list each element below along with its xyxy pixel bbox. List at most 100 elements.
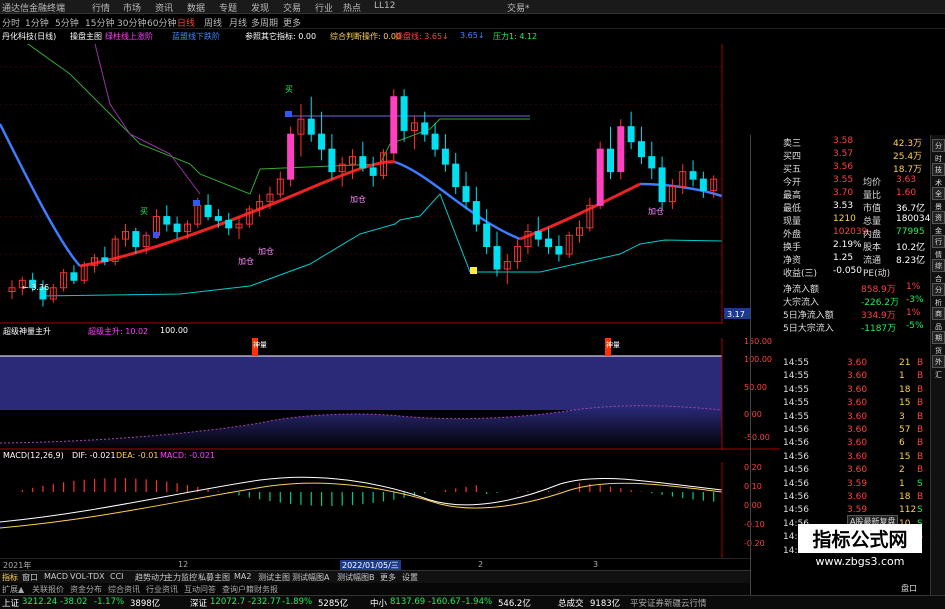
candle-body xyxy=(400,96,408,131)
kline-main-chart[interactable]: 3.903.803.703.603.503.403.30买买加仓加仓加仓加仓← … xyxy=(0,44,750,324)
sidebar-button-1[interactable]: 技术 xyxy=(932,163,945,187)
trade-row: 14:55 3.60 21 B xyxy=(751,357,931,370)
sidebar-button-4[interactable]: 行情 xyxy=(932,235,945,259)
quote-label: 收益(三) xyxy=(783,269,818,279)
menu-item-trade[interactable]: 交易 xyxy=(283,1,301,14)
extension-tab-4[interactable]: 行业资讯 xyxy=(146,584,178,595)
period-0[interactable]: 分时 xyxy=(2,16,20,29)
menu-item-market[interactable]: 行情 xyxy=(92,1,110,14)
macd-chart[interactable]: 0.200.100.00-0.10-0.20 xyxy=(0,462,780,558)
indicator-tab-1[interactable]: 窗口 xyxy=(22,572,38,583)
sub1-area xyxy=(0,405,722,450)
signal-label-add: 加仓 xyxy=(350,194,366,204)
period-2[interactable]: 5分钟 xyxy=(55,16,79,29)
indicator-tab-3[interactable]: VOL-TDX xyxy=(70,572,105,581)
bottom-marker xyxy=(470,267,477,274)
period-7[interactable]: 周线 xyxy=(204,16,222,29)
menu-item-markets[interactable]: 市场 xyxy=(123,1,141,14)
menu-item-hot[interactable]: 热点 xyxy=(343,1,361,14)
indicator-tab-9[interactable]: 测试主图 xyxy=(258,572,290,583)
candle-body xyxy=(617,126,625,173)
signal-label-add_pos: 加仓 xyxy=(238,256,254,266)
index-change-sz: -232.77 xyxy=(248,597,281,607)
trade-dir: B xyxy=(917,492,924,502)
candle-body xyxy=(70,272,78,281)
date-axis: 2021年 12 2022/01/05/三 2 3 xyxy=(0,558,750,571)
trade-volume: 18 xyxy=(899,492,911,502)
index-amount-sh: 3898亿 xyxy=(130,599,161,609)
extension-tab-2[interactable]: 资金分布 xyxy=(70,584,102,595)
indicator-tab-10[interactable]: 测试幅图A xyxy=(292,572,329,583)
sidebar-button-5[interactable]: 综合 xyxy=(932,259,945,283)
index-name-sh: 上证 xyxy=(2,599,20,609)
period-3[interactable]: 15分钟 xyxy=(85,16,114,29)
extension-tab-6[interactable]: 查询户籍财务报 xyxy=(222,584,278,595)
macd-indicator-item-1: DEA: -0.01 xyxy=(116,451,159,460)
sidebar-button-8[interactable]: 期货 xyxy=(932,331,945,355)
indicator-tab-7[interactable]: 私募主图 xyxy=(198,572,230,583)
quote-value: -0.050 xyxy=(833,266,863,276)
sidebar-button-7[interactable]: 商品 xyxy=(932,307,945,331)
menu-item-topic[interactable]: 专题 xyxy=(219,1,237,14)
trade-volume: 3 xyxy=(899,411,905,422)
sidebar-button-9[interactable]: 外汇 xyxy=(932,355,945,379)
candle-body xyxy=(287,133,295,180)
sidebar-button-3[interactable]: 资金 xyxy=(932,211,945,235)
period-1[interactable]: 1分钟 xyxy=(25,16,49,29)
trade-row: 14:56 3.60 57 B xyxy=(751,424,931,437)
sidebar-button-0[interactable]: 分时 xyxy=(932,139,945,163)
menu-item-discover[interactable]: 发现 xyxy=(251,1,269,14)
period-4[interactable]: 30分钟 xyxy=(117,16,146,29)
buy-marker xyxy=(285,111,292,117)
candle-body xyxy=(493,246,501,270)
menu-item-news[interactable]: 资讯 xyxy=(155,1,173,14)
period-9[interactable]: 多周期 xyxy=(251,16,278,29)
candle-body xyxy=(214,216,222,221)
menu-item-data[interactable]: 数据 xyxy=(187,1,205,14)
sub1-indicator-name[interactable]: 超级神量主升 xyxy=(3,326,51,337)
trade-volume: 112 xyxy=(899,505,917,516)
quote-value: 3.56 xyxy=(833,162,854,172)
period-8[interactable]: 月线 xyxy=(229,16,247,29)
indicator-tab-2[interactable]: MACD xyxy=(44,572,68,581)
trade-volume: 1 xyxy=(899,478,905,489)
extension-tab-1[interactable]: 关联报价 xyxy=(32,584,64,595)
index-value-sz: 12072.7 xyxy=(210,597,246,607)
main-indicator-item-6: 压力1: 4.12 xyxy=(493,32,538,41)
status-bar: 上证 3212.24 -38.02 -1.17% 3898亿 深证 12072.7 -232.… xyxy=(0,595,945,609)
macd-indicator-item-0: DIF: -0.021 xyxy=(72,451,116,460)
trade-row: 14:56 3.60 18 B xyxy=(751,491,931,504)
extension-tab-5[interactable]: 互动问答 xyxy=(184,584,216,595)
trade-dir: B xyxy=(917,451,924,462)
indicator-tab-12[interactable]: 更多 xyxy=(380,572,396,583)
candle-body xyxy=(359,156,367,169)
sidebar-button-6[interactable]: 分析 xyxy=(932,283,945,307)
extension-tab-0[interactable]: 扩展▲ xyxy=(2,584,24,595)
main-price-axis xyxy=(750,44,780,324)
indicator-tab-6[interactable]: 主力监控 xyxy=(165,572,197,583)
indicator-tab-11[interactable]: 测试幅图B xyxy=(337,572,375,583)
candle-body xyxy=(699,178,707,191)
indicator-tab-13[interactable]: 设置 xyxy=(402,572,418,583)
index-value-sh: 3212.24 xyxy=(22,597,58,607)
sidebar-button-2[interactable]: 全景 xyxy=(932,187,945,211)
indicator-tab-8[interactable]: MA2 xyxy=(234,572,251,581)
period-5[interactable]: 60分钟 xyxy=(147,16,176,29)
main-indicator-name[interactable]: 操盘主图 xyxy=(70,31,102,42)
candle-body xyxy=(328,148,336,173)
candle-body xyxy=(606,148,614,173)
index-amount-sz: 5285亿 xyxy=(318,599,349,609)
indicator-tab-5[interactable]: 趋势动力 xyxy=(135,572,167,583)
trade-row: 14:55 3.60 18 B xyxy=(751,384,931,397)
menu-item-ll12[interactable]: LL12 xyxy=(374,1,395,11)
macd-indicator-name[interactable]: MACD(12,26,9) xyxy=(3,451,64,460)
extension-tab-3[interactable]: 综合资讯 xyxy=(108,584,140,595)
indicator-tab-0[interactable]: 指标 xyxy=(2,572,18,583)
trade-price: 3.60 xyxy=(847,451,868,462)
trade-menu-button[interactable]: 交易* xyxy=(507,1,530,14)
indicator-tab-4[interactable]: CCI xyxy=(110,572,124,581)
sub1-chart[interactable]: 神量 神量 150.00100.0050.000.00-50.00 xyxy=(0,338,780,450)
period-6[interactable]: 日线 xyxy=(177,16,195,29)
period-10[interactable]: 更多 xyxy=(283,16,301,29)
menu-item-industry[interactable]: 行业 xyxy=(315,1,333,14)
